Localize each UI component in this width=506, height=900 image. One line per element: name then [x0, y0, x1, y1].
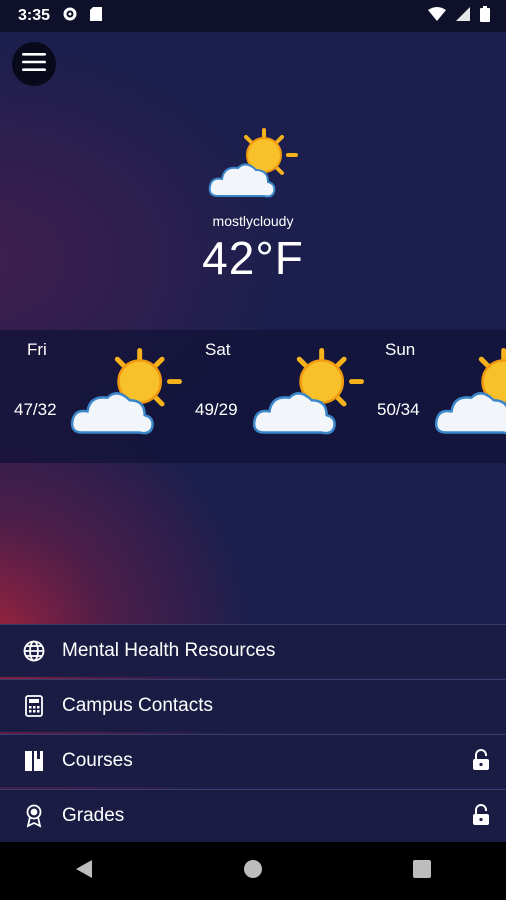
award-icon [22, 804, 46, 828]
forecast-strip: Fri 47/32 Sat 49/29 Sun 50/34 [0, 330, 506, 463]
hamburger-menu-button[interactable] [12, 42, 56, 86]
partly-cloudy-icon [70, 348, 182, 445]
menu-item-courses[interactable]: Courses [0, 734, 506, 787]
recents-button[interactable] [402, 851, 442, 891]
current-temperature: 42°F [202, 232, 304, 284]
forecast-day-name: Sat [205, 340, 231, 359]
partly-cloudy-icon [434, 348, 506, 445]
back-button[interactable] [64, 851, 104, 891]
menu-list: Mental Health Resources Campus Contacts … [0, 624, 506, 844]
lock-icon [472, 749, 490, 776]
hamburger-icon [22, 52, 46, 76]
home-button[interactable] [233, 851, 273, 891]
status-time: 3:35 [18, 7, 51, 24]
forecast-temps: 47/32 [14, 400, 57, 419]
home-circle-icon [243, 859, 263, 884]
menu-item-grades[interactable]: Grades [0, 789, 506, 842]
menu-item-label: Grades [62, 805, 125, 826]
menu-item-label: Mental Health Resources [62, 640, 276, 661]
current-weather: mostlycloudy 42°F [0, 128, 506, 285]
recents-square-icon [412, 859, 431, 883]
wifi-icon [428, 7, 446, 26]
forecast-day-name: Sun [385, 340, 416, 359]
settings-gear-icon [62, 6, 78, 27]
partly-cloudy-icon [208, 128, 298, 206]
battery-icon [480, 6, 490, 27]
calculator-icon [22, 694, 46, 718]
sd-card-icon [90, 6, 103, 26]
book-icon [22, 749, 46, 773]
forecast-day: Sat 49/29 [182, 330, 364, 463]
status-bar: 3:35 [0, 0, 506, 32]
menu-item-campus-contacts[interactable]: Campus Contacts [0, 679, 506, 732]
current-condition: mostlycloudy [212, 213, 294, 229]
back-triangle-icon [75, 859, 93, 884]
menu-item-mental-health-resources[interactable]: Mental Health Resources [0, 624, 506, 677]
forecast-day-name: Fri [27, 340, 47, 359]
forecast-temps: 50/34 [377, 400, 420, 419]
partly-cloudy-icon [252, 348, 364, 445]
menu-item-label: Courses [62, 750, 133, 771]
lock-icon [472, 804, 490, 831]
globe-icon [22, 639, 46, 663]
forecast-temps: 49/29 [195, 400, 238, 419]
navigation-bar [0, 842, 506, 900]
forecast-day: Fri 47/32 [0, 330, 182, 463]
forecast-day: Sun 50/34 [364, 330, 506, 463]
menu-item-label: Campus Contacts [62, 695, 214, 716]
signal-icon [456, 7, 470, 26]
